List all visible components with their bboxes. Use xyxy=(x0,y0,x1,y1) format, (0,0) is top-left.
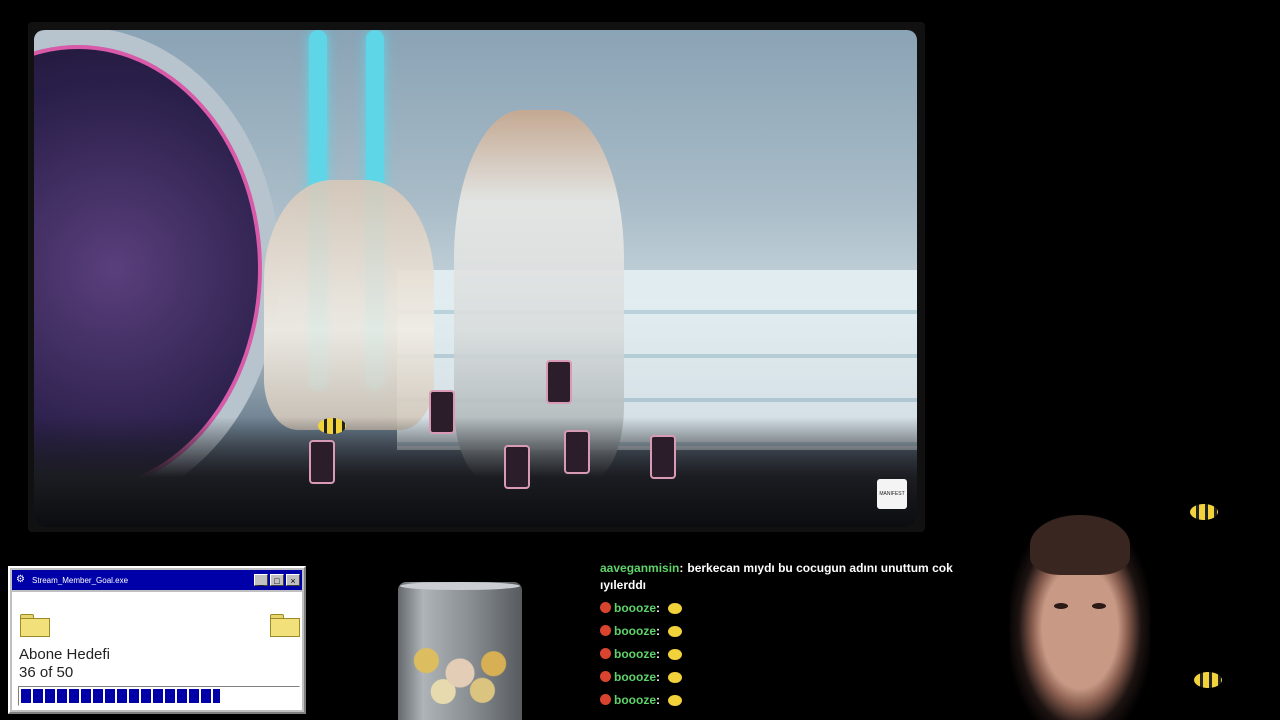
bee-emote-icon xyxy=(668,649,682,660)
chat-message: boooze: xyxy=(600,646,980,663)
chat-separator: : xyxy=(656,624,660,638)
goal-progress-fill xyxy=(21,689,220,703)
chat-username[interactable]: boooze xyxy=(614,693,656,707)
crowd-phone xyxy=(650,435,676,479)
folder-icon xyxy=(20,614,50,637)
bee-emote-icon xyxy=(668,603,682,614)
user-badge-icon xyxy=(600,602,611,613)
bee-emote-icon xyxy=(668,672,682,683)
minimize-button[interactable]: _ xyxy=(254,574,268,586)
chat-message: boooze: xyxy=(600,692,980,709)
maximize-button[interactable]: □ xyxy=(270,574,284,586)
crowd-phone xyxy=(309,440,335,484)
dancer-female xyxy=(264,180,434,430)
webcam-eye xyxy=(1092,603,1106,609)
close-button[interactable]: × xyxy=(286,574,300,586)
user-badge-icon xyxy=(600,694,611,705)
bee-emote-icon xyxy=(668,626,682,637)
window-titlebar[interactable]: ⚙ Stream_Member_Goal.exe _ □ × xyxy=(12,570,302,590)
bee-icon xyxy=(1190,504,1218,520)
glass-jar-widget xyxy=(398,582,522,720)
chat-separator: : xyxy=(656,693,660,707)
user-badge-icon xyxy=(600,625,611,636)
chat-message: boooze: xyxy=(600,600,980,617)
video-watermark: MANIFEST xyxy=(877,479,907,509)
bee-emote-icon xyxy=(668,695,682,706)
crowd-phone xyxy=(546,360,572,404)
chat-username[interactable]: boooze xyxy=(614,601,656,615)
bee-icon xyxy=(1194,672,1222,688)
chat-separator: : xyxy=(656,670,660,684)
member-goal-window: ⚙ Stream_Member_Goal.exe _ □ × Abone Hed… xyxy=(8,566,306,714)
chat-separator: : xyxy=(679,561,684,575)
webcam-eye xyxy=(1054,603,1068,609)
goal-count: 36 of 50 xyxy=(19,664,74,681)
user-badge-icon xyxy=(600,671,611,682)
video-player[interactable]: MANIFEST xyxy=(34,30,917,527)
chat-separator: : xyxy=(656,601,660,615)
crowd-phone xyxy=(564,430,590,474)
webcam-feed xyxy=(1010,515,1150,720)
app-icon: ⚙ xyxy=(16,574,25,585)
chat-username[interactable]: boooze xyxy=(614,670,656,684)
chat-username[interactable]: boooze xyxy=(614,647,656,661)
chat-message: aaveganmisin: berkecan mıydı bu cocugun a… xyxy=(600,560,980,594)
chat-separator: : xyxy=(656,647,660,661)
chat-username[interactable]: aaveganmisin xyxy=(600,561,679,575)
bee-icon xyxy=(318,418,346,434)
chat-message: boooze: xyxy=(600,623,980,640)
goal-progress-bar xyxy=(18,686,300,706)
crowd-phone xyxy=(504,445,530,489)
open-folder-icon xyxy=(270,614,300,637)
window-title: Stream_Member_Goal.exe xyxy=(32,575,129,585)
window-body: Abone Hedefi 36 of 50 xyxy=(12,592,302,710)
goal-label: Abone Hedefi xyxy=(19,646,110,663)
glass-rim xyxy=(400,582,520,590)
crowd-phone xyxy=(429,390,455,434)
user-badge-icon xyxy=(600,648,611,659)
crowd xyxy=(34,417,917,527)
glass-contents xyxy=(404,642,516,704)
webcam-hair xyxy=(1030,515,1130,575)
chat-overlay: aaveganmisin: berkecan mıydı bu cocugun a… xyxy=(600,560,980,715)
chat-username[interactable]: boooze xyxy=(614,624,656,638)
chat-message: boooze: xyxy=(600,669,980,686)
